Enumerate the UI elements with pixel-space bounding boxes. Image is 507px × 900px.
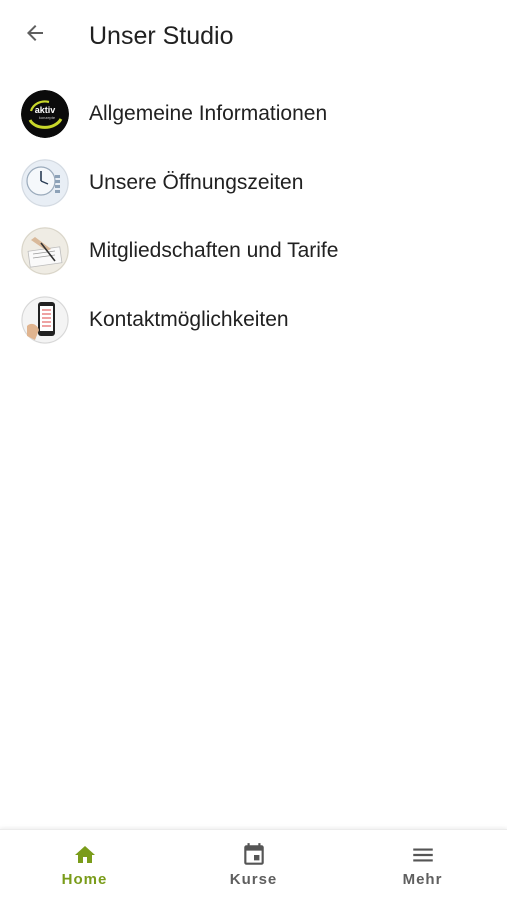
menu-item-kontaktmoeglichkeiten[interactable]: Kontaktmöglichkeiten xyxy=(0,286,507,355)
bottom-navigation: Home Kurse Mehr xyxy=(0,829,507,900)
menu-item-label: Unsere Öffnungszeiten xyxy=(89,170,304,194)
menu-item-label: Kontaktmöglichkeiten xyxy=(89,307,289,331)
nav-home[interactable]: Home xyxy=(0,830,169,900)
menu-item-label: Mitgliedschaften und Tarife xyxy=(89,239,339,263)
page-title: Unser Studio xyxy=(89,22,234,50)
nav-mehr[interactable]: Mehr xyxy=(338,830,507,900)
contract-photo-icon xyxy=(21,227,69,276)
aktiv-konzepte-logo: aktiv konzepte xyxy=(21,90,69,139)
calendar-icon xyxy=(241,842,267,868)
nav-mehr-label: Mehr xyxy=(402,871,443,888)
logo-word: aktiv xyxy=(35,105,56,115)
menu-item-oeffnungszeiten[interactable]: Unsere Öffnungszeiten xyxy=(0,149,507,218)
nav-kurse-label: Kurse xyxy=(229,871,278,888)
clock-photo-icon xyxy=(21,158,69,207)
menu-item-label: Allgemeine Informationen xyxy=(89,102,328,126)
menu-list: aktiv konzepte Allgemeine Informationen xyxy=(0,80,507,354)
phone-photo-icon xyxy=(21,295,69,344)
home-icon xyxy=(72,842,98,868)
screen: Unser Studio aktiv konzepte Allgemeine I… xyxy=(0,0,507,900)
menu-item-allgemeine-informationen[interactable]: aktiv konzepte Allgemeine Informationen xyxy=(0,80,507,149)
nav-kurse[interactable]: Kurse xyxy=(169,830,338,900)
logo-subword: konzepte xyxy=(39,115,56,120)
back-button[interactable] xyxy=(20,20,50,50)
nav-home-label: Home xyxy=(61,871,108,888)
arrow-back-icon xyxy=(23,21,47,50)
app-bar: Unser Studio xyxy=(0,0,507,72)
menu-icon xyxy=(410,842,436,868)
menu-item-mitgliedschaften[interactable]: Mitgliedschaften und Tarife xyxy=(0,217,507,286)
